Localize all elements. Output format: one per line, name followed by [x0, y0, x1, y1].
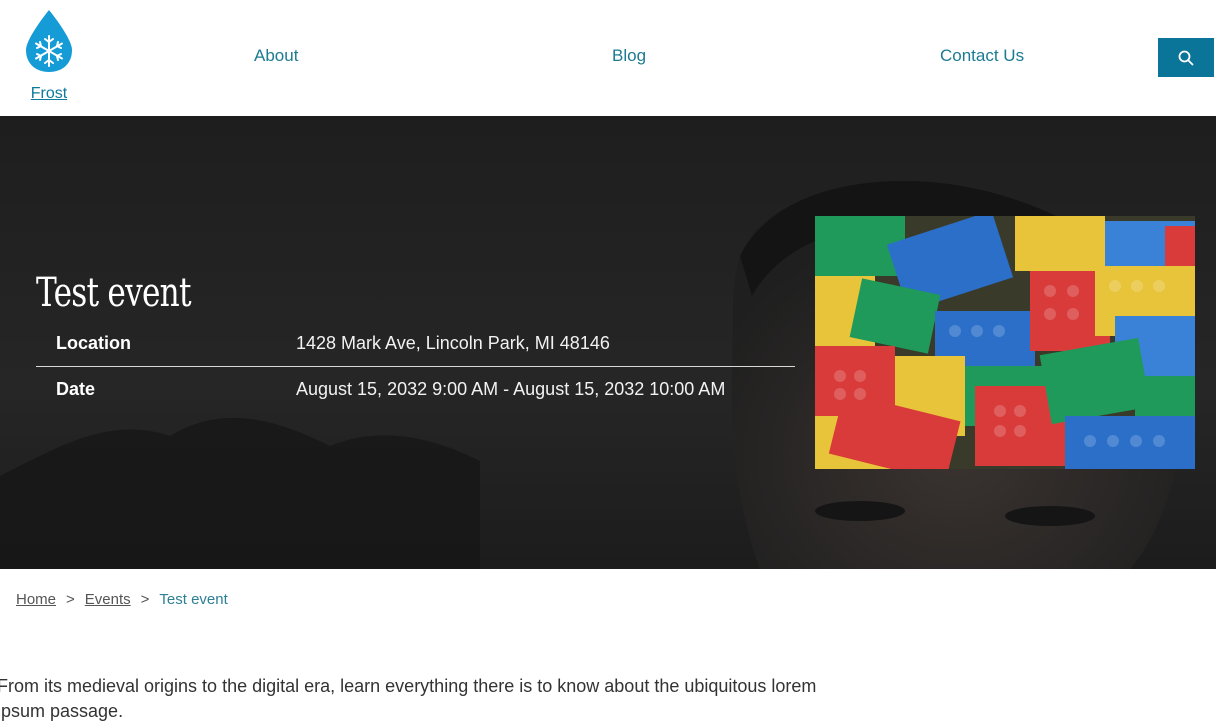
nav-about[interactable]: About: [254, 46, 298, 66]
snowflake-drop-icon: [26, 10, 72, 72]
nav-contact-us[interactable]: Contact Us: [940, 46, 1024, 66]
date-label: Date: [56, 379, 96, 399]
date-row: Date August 15, 2032 9:00 AM - August 15…: [36, 367, 795, 414]
location-value: 1428 Mark Ave, Lincoln Park, MI 48146: [296, 333, 610, 353]
breadcrumb-separator: >: [140, 591, 150, 608]
date-value: August 15, 2032 9:00 AM - August 15, 203…: [296, 379, 726, 399]
breadcrumb-home[interactable]: Home: [16, 591, 56, 608]
breadcrumb-separator: >: [66, 591, 75, 608]
search-icon: [1178, 50, 1194, 65]
location-label: Location: [56, 333, 131, 353]
search-button[interactable]: [1158, 38, 1214, 77]
event-description: From its medieval origins to the digital…: [0, 676, 817, 721]
event-hero: Test event Location 1428 Mark Ave, Linco…: [0, 116, 1216, 569]
location-row: Location 1428 Mark Ave, Lincoln Park, MI…: [36, 320, 795, 367]
event-info-table: Location 1428 Mark Ave, Lincoln Park, MI…: [36, 320, 795, 414]
breadcrumb-events[interactable]: Events: [85, 591, 131, 608]
nav-blog[interactable]: Blog: [612, 46, 646, 66]
site-header: Frost About Blog Contact Us: [0, 0, 1216, 116]
breadcrumb-current: Test event: [159, 591, 228, 608]
lego-bricks-photo: [815, 216, 1195, 469]
breadcrumb: Home > Events > Test event: [16, 590, 228, 610]
brand-home-link[interactable]: Frost: [22, 8, 76, 103]
brand-name: Frost: [30, 85, 68, 102]
event-title: Test event: [36, 270, 191, 316]
